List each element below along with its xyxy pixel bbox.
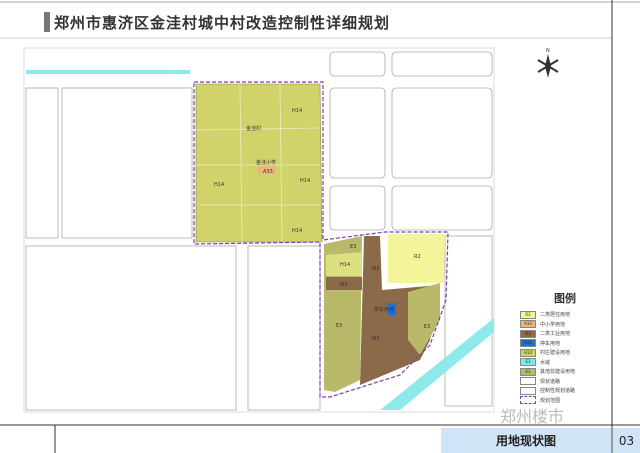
label-h14: H14	[292, 228, 302, 234]
label-school: 金洼小学	[256, 159, 276, 166]
legend-swatch: E1	[520, 358, 536, 367]
label-parking: 停车用地	[374, 306, 394, 313]
legend-item: H14 村庄建设用地	[520, 348, 610, 358]
legend-label: 二类工业用地	[540, 331, 571, 338]
legend-item: 现状道路	[520, 377, 610, 387]
sheet-number: 03	[613, 428, 640, 453]
title-bar: 郑州市惠济区金洼村城中村改造控制性详细规划	[44, 10, 390, 34]
label-e3: E3	[350, 244, 356, 250]
label-m2: M2	[372, 336, 380, 342]
label-m2: M2	[340, 282, 348, 288]
legend-item: E1 水域	[520, 358, 610, 368]
legend-label: 停车用地	[540, 340, 561, 347]
sheet-name: 用地现状图	[441, 428, 611, 453]
legend-item: M2 二类工业用地	[520, 329, 610, 339]
label-e3: E3	[336, 323, 342, 329]
legend-item: S42 停车用地	[520, 339, 610, 349]
legend-label: 现状道路	[540, 378, 561, 385]
label-h14: H14	[340, 262, 350, 268]
legend-swatch: S42	[520, 339, 536, 348]
legend-item: R2 二类居住用地	[520, 310, 610, 320]
legend-swatch	[520, 386, 536, 395]
page-title: 郑州市惠济区金洼村城中村改造控制性详细规划	[54, 13, 391, 32]
label-r2: R2	[414, 254, 421, 260]
label-e3: E3	[424, 324, 430, 330]
legend-label: 二类居住用地	[540, 312, 571, 319]
label-h14: H14	[292, 108, 302, 114]
legend-label: 控制性规划道路	[540, 388, 576, 395]
legend-label: 村庄建设用地	[540, 350, 571, 357]
river-north	[26, 70, 190, 74]
watermark: 郑州楼市	[500, 407, 565, 426]
legend-label: 其他非建设用地	[540, 369, 576, 376]
legend-title: 图例	[554, 292, 576, 305]
label-m2: M2	[372, 266, 380, 272]
legend-swatch: H14	[520, 348, 536, 357]
legend-label: 水域	[540, 359, 551, 366]
title-marker	[44, 12, 50, 32]
legend-item: E3 其他非建设用地	[520, 367, 610, 377]
label-village: 金洼村	[246, 125, 261, 132]
legend-item: A33 中小学用地	[520, 320, 610, 330]
svg-text:N: N	[546, 48, 550, 54]
label-h14: H14	[300, 178, 310, 184]
legend-swatch: R2	[520, 310, 536, 319]
legend-swatch: A33	[520, 320, 536, 329]
legend-swatch: M2	[520, 329, 536, 338]
label-h14: H14	[214, 182, 224, 188]
legend-item: 控制性规划道路	[520, 386, 610, 396]
legend-swatch	[520, 377, 536, 386]
north-arrow-icon: N	[537, 48, 559, 78]
label-school-code: A33	[263, 169, 273, 175]
legend-label: 中小学用地	[540, 321, 566, 328]
legend-swatch: E3	[520, 367, 536, 376]
legend: 图例 R2 二类居住用地 A33 中小学用地 M2 二类工业用地 S42 停车用地 H14 村庄建…	[520, 290, 610, 405]
